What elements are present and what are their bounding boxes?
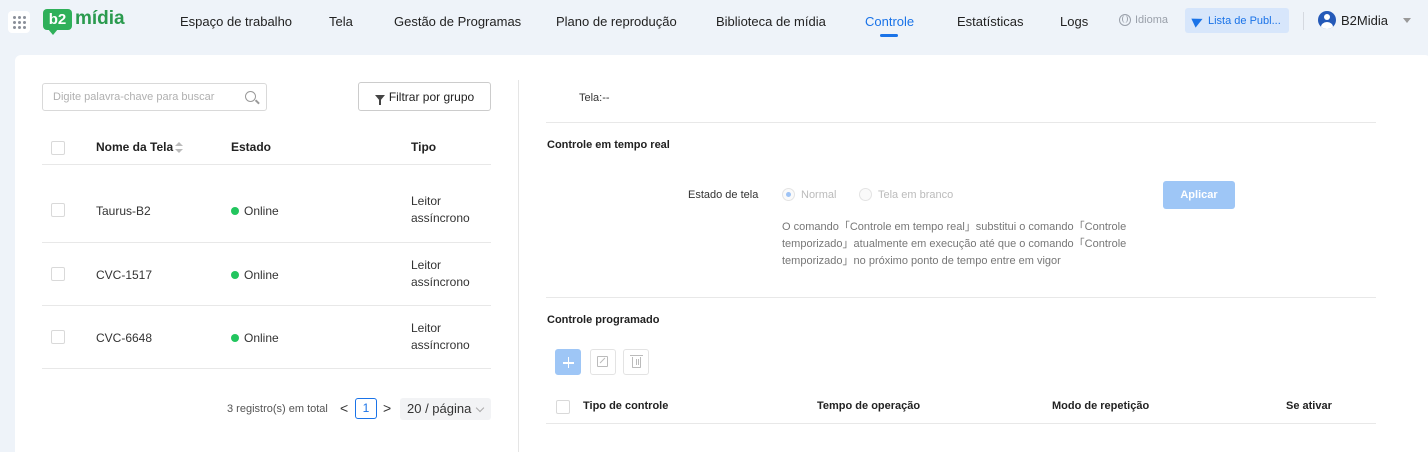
page-size-select[interactable]: 20 / página bbox=[400, 398, 491, 420]
chevron-down-icon bbox=[1402, 17, 1411, 23]
select-all-checkbox[interactable] bbox=[51, 141, 65, 155]
screen-type: Leitor assíncrono bbox=[411, 321, 470, 352]
row-checkbox[interactable] bbox=[51, 330, 65, 344]
row-checkbox[interactable] bbox=[51, 267, 65, 281]
scheduled-control-title: Controle programado bbox=[547, 314, 660, 326]
header-divider bbox=[1303, 12, 1304, 30]
realtime-control-help-text: O comando「Controle em tempo real」substit… bbox=[782, 221, 1127, 267]
status-text: Online bbox=[244, 331, 279, 345]
nav-program-management[interactable]: Gestão de Programas bbox=[394, 14, 521, 29]
delete-schedule-button[interactable] bbox=[623, 349, 649, 375]
add-schedule-button[interactable] bbox=[555, 349, 581, 375]
filter-icon bbox=[374, 94, 385, 105]
language-label: Idioma bbox=[1135, 14, 1169, 26]
schedule-select-all-checkbox[interactable] bbox=[556, 400, 570, 414]
column-header-enabled: Se ativar bbox=[1286, 400, 1332, 412]
column-header-repeat-mode: Modo de repetição bbox=[1052, 400, 1150, 412]
radio-normal-label: Normal bbox=[801, 188, 837, 201]
user-avatar-icon bbox=[1318, 11, 1336, 29]
user-menu[interactable]: B2Midia bbox=[1318, 11, 1411, 29]
filter-by-group-label: Filtrar por grupo bbox=[388, 89, 475, 104]
row-divider bbox=[42, 305, 491, 306]
column-header-operation-time: Tempo de operação bbox=[817, 400, 921, 412]
column-header-name-label: Nome da Tela bbox=[96, 140, 174, 154]
pagination-total: 3 registro(s) em total bbox=[227, 403, 328, 415]
row-divider bbox=[42, 368, 491, 369]
row-checkbox[interactable] bbox=[51, 203, 65, 217]
nav-control[interactable]: Controle bbox=[865, 14, 914, 29]
table-header-divider bbox=[42, 164, 491, 165]
search-box[interactable] bbox=[42, 83, 267, 111]
sort-icon[interactable] bbox=[175, 141, 184, 154]
filter-by-group-button[interactable]: Filtrar por grupo bbox=[358, 82, 491, 111]
status-text: Online bbox=[244, 268, 279, 282]
nav-playback-plan[interactable]: Plano de reprodução bbox=[556, 14, 677, 29]
radio-blank-screen[interactable]: Tela em branco bbox=[859, 188, 953, 201]
nav-statistics[interactable]: Estatísticas bbox=[957, 14, 1023, 29]
schedule-header-divider bbox=[546, 423, 1376, 424]
radio-blank-circle[interactable] bbox=[859, 188, 872, 201]
publish-list-button[interactable]: Lista de Publ... bbox=[1185, 8, 1289, 33]
edit-icon bbox=[597, 356, 608, 367]
column-header-type: Tipo bbox=[411, 140, 437, 154]
realtime-control-title: Controle em tempo real bbox=[547, 139, 670, 151]
column-header-control-type: Tipo de controle bbox=[583, 400, 669, 412]
globe-icon bbox=[1119, 14, 1131, 26]
online-status-dot bbox=[231, 207, 239, 215]
radio-blank-label: Tela em branco bbox=[878, 188, 954, 201]
column-header-status: Estado bbox=[231, 140, 272, 154]
status-cell: Online bbox=[231, 204, 279, 218]
screen-type: Leitor assíncrono bbox=[411, 258, 470, 289]
status-text: Online bbox=[244, 204, 279, 218]
edit-schedule-button[interactable] bbox=[590, 349, 616, 375]
screen-name: Taurus-B2 bbox=[96, 204, 151, 218]
panel-divider bbox=[518, 80, 519, 452]
send-icon bbox=[1191, 13, 1205, 28]
search-icon[interactable] bbox=[245, 91, 256, 102]
pagination-prev-button[interactable]: < bbox=[340, 400, 348, 416]
main-panel bbox=[15, 55, 1428, 452]
radio-normal-circle[interactable] bbox=[782, 188, 795, 201]
screen-type: Leitor assíncrono bbox=[411, 194, 470, 225]
page-size-value: 20 / página bbox=[407, 401, 472, 416]
section-divider bbox=[546, 297, 1376, 298]
language-selector[interactable]: Idioma bbox=[1119, 14, 1168, 26]
screen-name: CVC-1517 bbox=[96, 268, 153, 282]
row-divider bbox=[42, 242, 491, 243]
online-status-dot bbox=[231, 334, 239, 342]
selected-screen-label: Tela:-- bbox=[579, 92, 610, 104]
column-header-name[interactable]: Nome da Tela bbox=[96, 140, 184, 154]
nav-workspace[interactable]: Espaço de trabalho bbox=[180, 14, 292, 29]
screen-state-label: Estado de tela bbox=[688, 189, 759, 201]
search-input[interactable] bbox=[43, 84, 233, 110]
pagination-next-button[interactable]: > bbox=[383, 400, 391, 416]
status-cell: Online bbox=[231, 331, 279, 345]
apply-button[interactable]: Aplicar bbox=[1163, 181, 1235, 209]
online-status-dot bbox=[231, 271, 239, 279]
chevron-down-icon bbox=[475, 403, 485, 413]
user-name: B2Midia bbox=[1341, 12, 1388, 28]
publish-list-label: Lista de Publ... bbox=[1208, 14, 1281, 27]
nav-screen[interactable]: Tela bbox=[329, 14, 353, 29]
top-nav-bar: b2 mídia Espaço de trabalho Tela Gestão … bbox=[0, 0, 1428, 44]
section-divider bbox=[546, 122, 1376, 123]
screen-name: CVC-6648 bbox=[96, 331, 153, 345]
radio-normal[interactable]: Normal bbox=[782, 188, 836, 201]
logo-badge: b2 bbox=[43, 9, 72, 35]
status-cell: Online bbox=[231, 268, 279, 282]
logo-text: mídia bbox=[75, 8, 125, 29]
nav-logs[interactable]: Logs bbox=[1060, 14, 1088, 29]
nav-media-library[interactable]: Biblioteca de mídia bbox=[716, 14, 826, 29]
active-tab-indicator bbox=[880, 34, 898, 37]
pagination-page-1[interactable]: 1 bbox=[355, 398, 377, 419]
apps-grid-icon[interactable] bbox=[8, 11, 30, 33]
plus-icon bbox=[563, 358, 574, 367]
trash-icon bbox=[630, 355, 643, 368]
